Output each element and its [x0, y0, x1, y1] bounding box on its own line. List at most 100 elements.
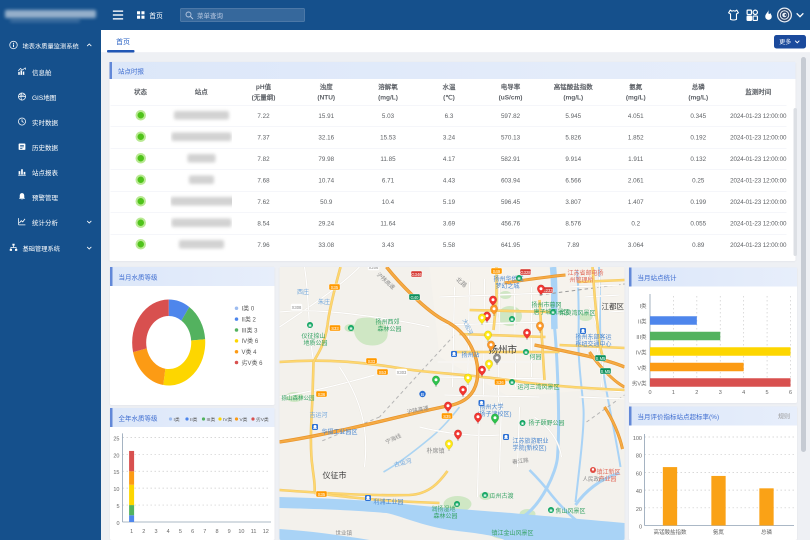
- svg-text:V类: V类: [637, 364, 647, 372]
- svg-text:S35: S35: [331, 285, 339, 290]
- svg-text:❀: ❀: [551, 310, 555, 315]
- svg-text:扬州站: 扬州站: [462, 351, 480, 359]
- svg-text:II类: II类: [638, 318, 647, 326]
- svg-text:❀: ❀: [510, 317, 514, 322]
- svg-text:I类 0: I类 0: [242, 305, 255, 313]
- svg-text:X303: X303: [397, 370, 407, 375]
- svg-text:❀: ❀: [455, 502, 459, 507]
- svg-text:V类: V类: [240, 416, 248, 423]
- svg-text:州管理所: 州管理所: [570, 276, 594, 284]
- svg-text:20: 20: [113, 453, 119, 459]
- svg-text:IV类: IV类: [223, 416, 232, 423]
- svg-text:朴席镇: 朴席镇: [427, 447, 445, 455]
- svg-text:润扬湿地: 润扬湿地: [432, 505, 456, 513]
- svg-text:4: 4: [167, 529, 170, 535]
- svg-text:1: 1: [130, 529, 133, 535]
- svg-text:II类: II类: [190, 416, 198, 423]
- svg-text:X206: X206: [369, 267, 379, 270]
- svg-text:G346: G346: [411, 272, 422, 277]
- svg-text:4: 4: [742, 390, 745, 396]
- svg-text:100: 100: [633, 436, 642, 442]
- svg-text:3: 3: [154, 529, 157, 535]
- svg-text:❀: ❀: [483, 493, 487, 498]
- svg-text:25: 25: [113, 436, 119, 442]
- svg-text:高锰酸盐指数: 高锰酸盐指数: [653, 528, 687, 536]
- svg-text:8: 8: [215, 529, 218, 535]
- svg-text:5: 5: [179, 529, 182, 535]
- svg-text:地质公园: 地质公园: [304, 339, 328, 347]
- svg-text:I类: I类: [174, 416, 180, 423]
- svg-text:S M5: S M5: [596, 356, 606, 361]
- svg-text:镇江新区: 镇江新区: [597, 468, 621, 476]
- svg-text:IV类 6: IV类 6: [242, 337, 259, 345]
- svg-text:❀: ❀: [549, 508, 553, 513]
- svg-text:❀: ❀: [521, 421, 525, 426]
- svg-text:15: 15: [113, 470, 119, 476]
- svg-text:产业园: 产业园: [599, 475, 617, 483]
- svg-text:劣V类: 劣V类: [632, 380, 647, 388]
- svg-text:❀: ❀: [524, 350, 528, 355]
- svg-text:11: 11: [251, 529, 257, 535]
- svg-text:III类: III类: [636, 333, 647, 341]
- svg-text:IV类: IV类: [636, 349, 647, 357]
- svg-text:10: 10: [238, 529, 244, 535]
- svg-text:枢纽交通中心: 枢纽交通中心: [576, 340, 612, 348]
- svg-text:III类 3: III类 3: [242, 326, 259, 334]
- svg-text:40: 40: [636, 489, 642, 495]
- svg-text:❀: ❀: [349, 326, 353, 331]
- svg-text:何园: 何园: [530, 353, 542, 361]
- svg-text:10: 10: [113, 487, 119, 493]
- svg-text:吉运河: 吉运河: [310, 411, 328, 419]
- svg-text:扬州东部客运: 扬州东部客运: [576, 333, 612, 341]
- svg-text:江都区: 江都区: [602, 302, 625, 311]
- svg-text:2: 2: [142, 529, 145, 535]
- svg-text:森林公园: 森林公园: [378, 325, 402, 333]
- svg-text:江苏省邮电扬: 江苏省邮电扬: [568, 269, 604, 277]
- svg-text:S35: S35: [318, 492, 326, 497]
- svg-text:❀: ❀: [517, 276, 521, 281]
- svg-text:6: 6: [191, 529, 194, 535]
- svg-text:B: B: [421, 392, 424, 398]
- svg-text:0: 0: [648, 390, 651, 396]
- svg-text:扬州市暮冈: 扬州市暮冈: [532, 301, 562, 309]
- svg-text:0: 0: [116, 521, 119, 527]
- svg-text:江苏旅游职业: 江苏旅游职业: [513, 437, 549, 445]
- svg-text:捺山森林公园: 捺山森林公园: [282, 394, 316, 402]
- svg-text:仪征捺山: 仪征捺山: [302, 332, 326, 340]
- svg-text:5: 5: [116, 504, 119, 510]
- svg-text:III类: III类: [207, 416, 216, 423]
- svg-text:运河三湾风景区: 运河三湾风景区: [518, 383, 560, 391]
- svg-text:S M5: S M5: [601, 369, 611, 374]
- svg-text:劣V类: 劣V类: [256, 416, 269, 423]
- svg-text:S33: S33: [331, 326, 339, 331]
- svg-text:20: 20: [636, 507, 642, 513]
- svg-text:7: 7: [203, 529, 206, 535]
- svg-text:II类 2: II类 2: [242, 315, 257, 323]
- svg-text:V类 4: V类 4: [242, 348, 258, 356]
- svg-text:5: 5: [766, 390, 769, 396]
- svg-text:S36: S36: [318, 392, 326, 397]
- svg-text:劣V类 6: 劣V类 6: [242, 359, 264, 367]
- svg-text:世业镇: 世业镇: [336, 529, 353, 537]
- svg-text:9: 9: [228, 529, 231, 535]
- svg-text:镇江金山风景区: 镇江金山风景区: [492, 529, 534, 537]
- svg-text:G40: G40: [411, 295, 420, 300]
- svg-text:学院(新校区): 学院(新校区): [513, 444, 547, 452]
- svg-text:60: 60: [636, 471, 642, 477]
- svg-text:❀: ❀: [510, 380, 514, 385]
- svg-text:S36: S36: [496, 380, 504, 385]
- svg-text:朱庄: 朱庄: [318, 298, 330, 306]
- svg-text:S53: S53: [379, 370, 387, 375]
- svg-text:扬州西郊: 扬州西郊: [376, 318, 400, 326]
- svg-text:利浦工业园: 利浦工业园: [374, 498, 404, 506]
- svg-text:S33: S33: [368, 359, 376, 364]
- svg-text:氨氮: 氨氮: [713, 528, 725, 536]
- svg-text:瓜州古渡: 瓜州古渡: [490, 492, 514, 500]
- svg-text:华摄工业园区: 华摄工业园区: [322, 428, 358, 436]
- svg-text:仪征市: 仪征市: [323, 470, 347, 480]
- svg-text:茱萸湾风景区: 茱萸湾风景区: [560, 309, 596, 317]
- svg-text:西庄: 西庄: [297, 288, 309, 296]
- svg-text:S49: S49: [493, 269, 501, 274]
- svg-text:12: 12: [263, 529, 269, 535]
- svg-text:森林公园: 森林公园: [434, 512, 458, 520]
